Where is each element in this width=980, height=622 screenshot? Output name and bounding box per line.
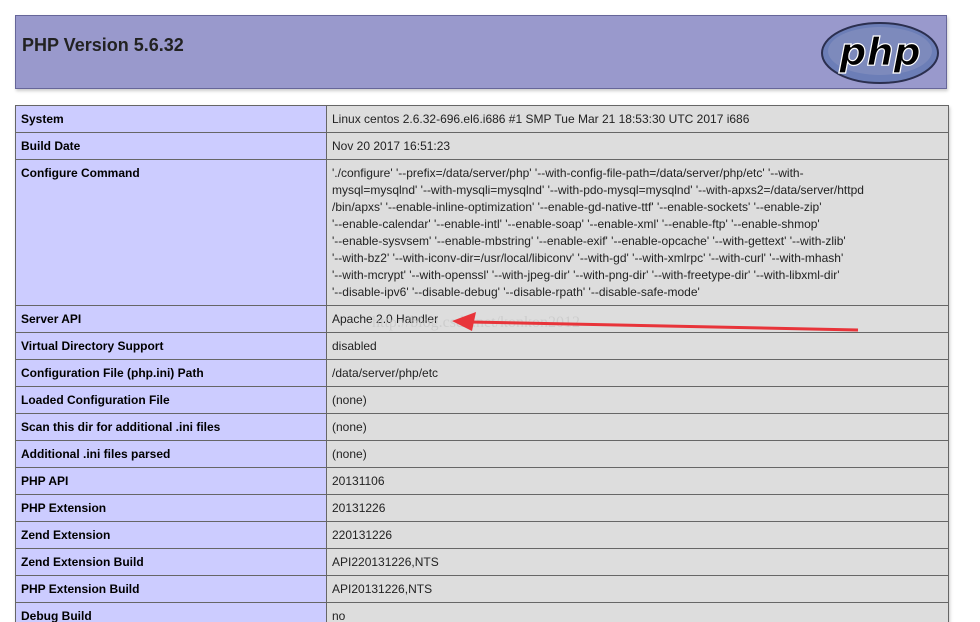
row-value: API20131226,NTS: [326, 575, 949, 603]
table-row: Virtual Directory Support disabled: [15, 332, 949, 360]
row-label: Debug Build: [15, 602, 327, 622]
row-value: no: [326, 602, 949, 622]
row-label: Build Date: [15, 132, 327, 160]
table-row: PHP Extension Build API20131226,NTS: [15, 575, 949, 603]
row-label: PHP Extension: [15, 494, 327, 522]
row-value: Apache 2.0 Handler: [326, 305, 949, 333]
row-label: Server API: [15, 305, 327, 333]
row-label: Loaded Configuration File: [15, 386, 327, 414]
table-row: Loaded Configuration File (none): [15, 386, 949, 414]
row-value: Linux centos 2.6.32-696.el6.i686 #1 SMP …: [326, 105, 949, 133]
row-label: System: [15, 105, 327, 133]
row-label: Configure Command: [15, 159, 327, 306]
info-table-wrapper: System Linux centos 2.6.32-696.el6.i686 #…: [15, 105, 949, 622]
info-table: System Linux centos 2.6.32-696.el6.i686 #…: [15, 105, 949, 622]
row-value: (none): [326, 440, 949, 468]
php-logo-icon: php: [821, 22, 939, 84]
row-value: './configure' '--prefix=/data/server/php…: [326, 159, 949, 306]
row-label: Configuration File (php.ini) Path: [15, 359, 327, 387]
row-value: Nov 20 2017 16:51:23: [326, 132, 949, 160]
row-label: PHP Extension Build: [15, 575, 327, 603]
row-label: Scan this dir for additional .ini files: [15, 413, 327, 441]
table-row: System Linux centos 2.6.32-696.el6.i686 #…: [15, 105, 949, 133]
table-row: PHP API 20131106: [15, 467, 949, 495]
table-row: Zend Extension Build API220131226,NTS: [15, 548, 949, 576]
configure-command-line: '--enable-calendar' '--enable-intl' '--e…: [332, 217, 820, 231]
configure-command-line: '--disable-ipv6' '--disable-debug' '--di…: [332, 285, 700, 299]
row-value: 220131226: [326, 521, 949, 549]
php-logo-text: php: [838, 30, 920, 74]
table-row: Scan this dir for additional .ini files(…: [15, 413, 949, 441]
row-label: Additional .ini files parsed: [15, 440, 327, 468]
configure-command-line: /bin/apxs' '--enable-inline-optimization…: [332, 200, 822, 214]
table-row: Configure Command './configure' '--prefix…: [15, 159, 949, 306]
table-row: Build Date Nov 20 2017 16:51:23: [15, 132, 949, 160]
phpinfo-page: PHP Version 5.6.32 php System Linux cento…: [0, 0, 980, 622]
version-header: PHP Version 5.6.32 php: [15, 15, 947, 89]
configure-command-line: './configure' '--prefix=/data/server/php…: [332, 166, 804, 180]
page-title: PHP Version 5.6.32: [22, 35, 184, 55]
row-label: PHP API: [15, 467, 327, 495]
table-row: Debug Build no: [15, 602, 949, 622]
table-row: Additional .ini files parsed (none): [15, 440, 949, 468]
table-row: Zend Extension 220131226: [15, 521, 949, 549]
row-value: (none): [326, 386, 949, 414]
row-value: disabled: [326, 332, 949, 360]
row-value: API220131226,NTS: [326, 548, 949, 576]
row-value: 20131106: [326, 467, 949, 495]
configure-command-line: mysql=mysqlnd' '--with-mysqli=mysqlnd' '…: [332, 183, 864, 197]
table-row: PHP Extension 20131226: [15, 494, 949, 522]
row-label: Zend Extension Build: [15, 548, 327, 576]
table-row: Server API Apache 2.0 Handler: [15, 305, 949, 333]
row-label: Zend Extension: [15, 521, 327, 549]
table-row: Configuration File (php.ini) Path/data/s…: [15, 359, 949, 387]
row-value: 20131226: [326, 494, 949, 522]
row-value: (none): [326, 413, 949, 441]
configure-command-line: '--enable-sysvsem' '--enable-mbstring' '…: [332, 234, 846, 248]
configure-command-line: '--with-bz2' '--with-iconv-dir=/usr/loca…: [332, 251, 844, 265]
row-value: /data/server/php/etc: [326, 359, 949, 387]
row-label: Virtual Directory Support: [15, 332, 327, 360]
configure-command-line: '--with-mcrypt' '--with-openssl' '--with…: [332, 268, 840, 282]
